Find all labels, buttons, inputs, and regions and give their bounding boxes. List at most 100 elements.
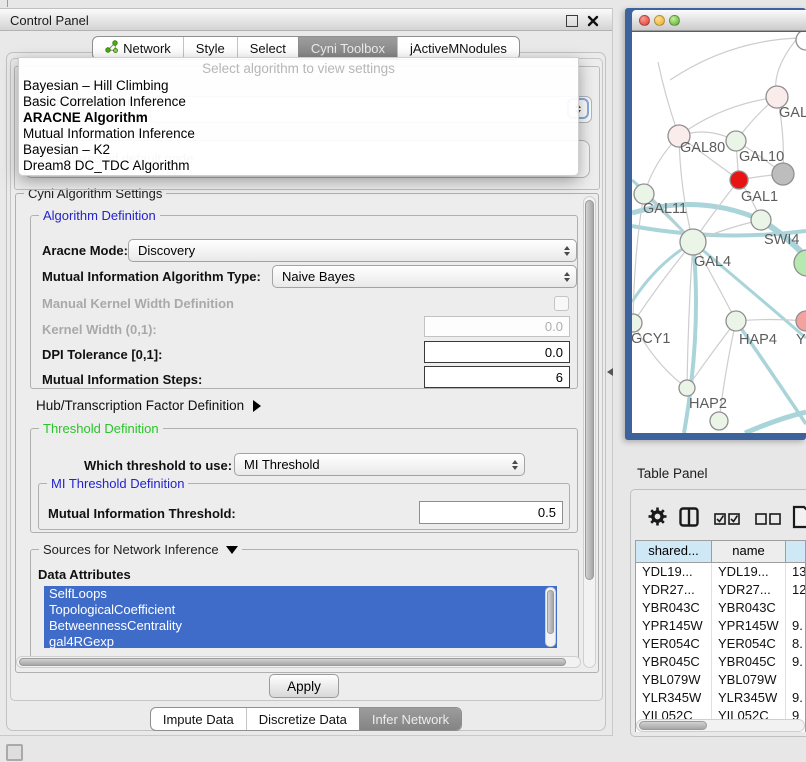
table-cell: YLR345W xyxy=(712,689,786,707)
table-row[interactable]: YBL079WYBL079W xyxy=(636,671,805,689)
threshold-definition-title: Threshold Definition xyxy=(39,421,163,436)
algorithm-option[interactable]: Dream8 DC_TDC Algorithm xyxy=(19,158,578,174)
tab-jactivemnodules[interactable]: jActiveMNodules xyxy=(397,37,519,59)
combo-arrows-icon xyxy=(564,240,570,261)
network-canvas[interactable]: GALGAL80GAL10GAL1GAL11SWI4GAL4GCY1HAP4YH… xyxy=(632,32,806,433)
algorithm-option[interactable]: ARACNE Algorithm xyxy=(19,110,578,126)
float-window-icon[interactable] xyxy=(566,15,578,27)
split-columns-icon[interactable] xyxy=(679,507,699,532)
dpi-tolerance-value: 0.0 xyxy=(545,345,563,360)
expander-expanded-icon[interactable] xyxy=(226,546,238,554)
table-horizontal-scrollbar[interactable] xyxy=(636,719,805,732)
aracne-mode-combobox[interactable]: Discovery xyxy=(128,239,577,262)
mi-algorithm-type-combobox[interactable]: Naive Bayes xyxy=(272,265,577,288)
hub-definition-expander[interactable]: Hub/Transcription Factor Definition xyxy=(36,398,261,413)
network-node[interactable] xyxy=(632,314,642,332)
network-node[interactable] xyxy=(796,311,806,331)
network-node[interactable] xyxy=(710,412,728,430)
algorithm-popup: Select algorithm to view settings Bayesi… xyxy=(18,57,579,176)
tab-select[interactable]: Select xyxy=(237,37,298,59)
table-row[interactable]: YER054CYER054C8. xyxy=(636,635,805,653)
close-icon[interactable] xyxy=(587,14,599,32)
minimize-traffic-light-icon[interactable] xyxy=(654,15,665,26)
attributes-list-scrollbar-thumb[interactable] xyxy=(547,590,554,634)
expander-collapsed-icon xyxy=(253,400,261,412)
node-label: GAL11 xyxy=(643,201,687,217)
table-cell: YPR145W xyxy=(636,617,712,635)
mi-algorithm-type-label: Mutual Information Algorithm Type: xyxy=(42,269,261,284)
table-rows: YDL19...YDL19...13YDR27...YDR27...12YBR0… xyxy=(636,563,805,719)
manual-kernel-checkbox[interactable] xyxy=(554,296,569,311)
split-pane-resize-arrow-icon[interactable] xyxy=(607,368,613,376)
zoom-traffic-light-icon[interactable] xyxy=(669,15,680,26)
settings-vertical-scrollbar[interactable] xyxy=(583,196,596,668)
gear-icon[interactable] xyxy=(648,507,667,531)
tab-network[interactable]: Network xyxy=(93,37,183,59)
attribute-list-item[interactable]: TopologicalCoefficient xyxy=(44,602,557,618)
settings-horizontal-scrollbar[interactable] xyxy=(16,656,581,668)
deselect-all-checkboxes-icon[interactable] xyxy=(755,512,781,530)
dpi-tolerance-input[interactable]: 0.0 xyxy=(424,341,570,363)
close-traffic-light-icon[interactable] xyxy=(639,15,650,26)
attribute-list-item[interactable]: SelfLoops xyxy=(44,586,557,602)
column-header-2[interactable]: name xyxy=(712,541,786,562)
network-edge[interactable] xyxy=(633,242,693,323)
algorithm-option[interactable]: Mutual Information Inference xyxy=(19,126,578,142)
network-node[interactable] xyxy=(730,171,748,189)
network-window-titlebar[interactable] xyxy=(632,10,806,31)
network-node[interactable] xyxy=(726,131,746,151)
which-threshold-label: Which threshold to use: xyxy=(84,458,232,473)
node-label: GCY1 xyxy=(632,331,671,347)
table-row[interactable]: YPR145WYPR145W9. xyxy=(636,617,805,635)
attribute-list-item[interactable]: BetweennessCentrality xyxy=(44,618,557,634)
algorithm-option[interactable]: Basic Correlation Inference xyxy=(19,94,578,110)
network-edge[interactable] xyxy=(670,38,800,80)
new-column-document-icon[interactable] xyxy=(792,505,806,534)
bottom-tab-bar: Impute DataDiscretize DataInfer Network xyxy=(0,707,612,731)
collapsed-panel-icon[interactable] xyxy=(6,744,23,761)
mi-steps-input[interactable]: 6 xyxy=(424,366,570,388)
settings-vertical-scrollbar-thumb[interactable] xyxy=(585,200,594,580)
network-node[interactable] xyxy=(679,380,695,396)
table-row[interactable]: YBR045CYBR045C9. xyxy=(636,653,805,671)
table-row[interactable]: YIL052CYIL052C9 xyxy=(636,707,805,719)
attribute-list-item[interactable]: gal4RGexp xyxy=(44,634,557,648)
network-node[interactable] xyxy=(796,32,806,50)
network-node[interactable] xyxy=(751,210,771,230)
table-cell: YDL19... xyxy=(712,563,786,581)
column-header-3[interactable]: A xyxy=(786,541,806,562)
network-edge[interactable] xyxy=(745,412,806,433)
tab-cyni-toolbox[interactable]: Cyni Toolbox xyxy=(298,37,397,59)
tab-impute-data[interactable]: Impute Data xyxy=(151,708,246,730)
network-node[interactable] xyxy=(680,229,706,255)
attributes-list-scrollbar[interactable] xyxy=(545,587,556,647)
algorithm-option[interactable]: Bayesian – K2 xyxy=(19,142,578,158)
network-node[interactable] xyxy=(794,250,806,276)
manual-kernel-label: Manual Kernel Width Definition xyxy=(42,296,234,311)
tab-infer-network[interactable]: Infer Network xyxy=(359,708,461,730)
network-node[interactable] xyxy=(726,311,746,331)
algorithm-option[interactable]: Bayesian – Hill Climbing xyxy=(19,78,578,94)
network-node[interactable] xyxy=(772,163,794,185)
settings-horizontal-scrollbar-thumb[interactable] xyxy=(19,658,566,666)
column-header-1[interactable]: shared... xyxy=(636,541,712,562)
which-threshold-value: MI Threshold xyxy=(244,457,320,472)
tab-style[interactable]: Style xyxy=(183,37,237,59)
mi-threshold-input[interactable]: 0.5 xyxy=(419,501,563,524)
kernel-width-input[interactable]: 0.0 xyxy=(424,316,570,337)
table-row[interactable]: YBR043CYBR043C xyxy=(636,599,805,617)
table-row[interactable]: YDR27...YDR27...12 xyxy=(636,581,805,599)
network-edge[interactable] xyxy=(679,97,777,136)
apply-button[interactable]: Apply xyxy=(269,674,339,698)
data-attributes-list[interactable]: SelfLoopsTopologicalCoefficientBetweenne… xyxy=(44,586,557,648)
select-all-checkboxes-icon[interactable] xyxy=(714,512,740,530)
table-row[interactable]: YDL19...YDL19...13 xyxy=(636,563,805,581)
table-row[interactable]: YLR345WYLR345W9. xyxy=(636,689,805,707)
table-cell: YDL19... xyxy=(636,563,712,581)
tab-label: Network xyxy=(123,41,171,56)
which-threshold-combobox[interactable]: MI Threshold xyxy=(234,453,525,476)
table-horizontal-scrollbar-thumb[interactable] xyxy=(639,721,707,730)
sources-title: Sources for Network Inference xyxy=(39,542,242,557)
table-cell: 9 xyxy=(786,707,805,719)
tab-discretize-data[interactable]: Discretize Data xyxy=(246,708,359,730)
